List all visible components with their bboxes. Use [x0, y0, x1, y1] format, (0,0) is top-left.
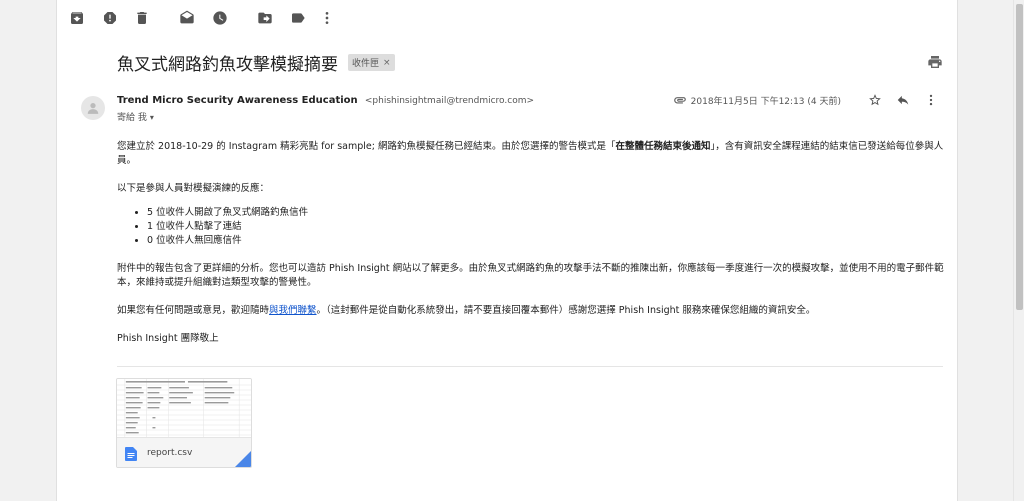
list-item: 0 位收件人無回應信件: [147, 234, 947, 248]
signoff: Phish Insight 團隊敬上: [117, 333, 219, 344]
sender-name[interactable]: Trend Micro Security Awareness Education: [117, 95, 358, 106]
print-icon[interactable]: [927, 54, 943, 70]
google-sheets-icon: [125, 446, 137, 461]
vertical-scrollbar[interactable]: [1013, 0, 1024, 501]
more-icon[interactable]: [319, 10, 335, 26]
remove-label-icon[interactable]: ×: [383, 58, 391, 68]
reply-icon[interactable]: [895, 92, 911, 108]
file-corner-fold: [235, 451, 251, 467]
list-item: 1 位收件人點擊了連結: [147, 220, 947, 234]
sender-line: Trend Micro Security Awareness Education…: [117, 95, 534, 106]
toolbar: [57, 0, 957, 36]
mark-unread-icon[interactable]: [179, 10, 195, 26]
snooze-icon[interactable]: [212, 10, 228, 26]
contact-us-link[interactable]: 與我們聯繫: [269, 305, 317, 316]
attachment-indicator-icon: [673, 93, 687, 107]
label-text: 收件匣: [352, 59, 380, 69]
inbox-label-chip[interactable]: 收件匣 ×: [348, 54, 395, 71]
attachment-filename: report.csv: [147, 447, 193, 458]
email-subject: 魚叉式網路釣魚攻擊模擬摘要: [117, 55, 338, 75]
move-to-icon[interactable]: [257, 10, 273, 26]
email-body: 您建立於 2018-10-29 的 Instagram 精彩亮點 for sam…: [117, 140, 947, 360]
message-meta: 2018年11月5日 下午12:13 (4 天前): [673, 92, 939, 108]
person-icon: [87, 103, 99, 114]
show-details-chevron-icon[interactable]: ▾: [150, 113, 154, 122]
star-icon[interactable]: [867, 92, 883, 108]
archive-icon[interactable]: [69, 10, 85, 26]
report-spam-icon[interactable]: [102, 10, 118, 26]
labels-icon[interactable]: [290, 10, 306, 26]
attachment-footer: report.csv: [117, 437, 251, 467]
list-item: 5 位收件人開啟了魚叉式網路釣魚信件: [147, 206, 947, 220]
delete-icon[interactable]: [134, 10, 150, 26]
more-options-icon[interactable]: [923, 92, 939, 108]
attachment-preview: [117, 379, 251, 439]
reaction-list: 5 位收件人開啟了魚叉式網路釣魚信件 1 位收件人點擊了連結 0 位收件人無回應…: [147, 206, 947, 248]
email-panel: 魚叉式網路釣魚攻擊模擬摘要 收件匣 × Trend Micro Security…: [56, 0, 958, 501]
body-paragraph-2: 以下是參與人員對模擬演練的反應：: [117, 183, 270, 194]
sender-avatar: [81, 96, 105, 120]
scrollbar-thumb[interactable]: [1016, 4, 1023, 310]
body-paragraph-1: 您建立於 2018-10-29 的 Instagram 精彩亮點 for sam…: [117, 141, 944, 166]
subject-row: 魚叉式網路釣魚攻擊模擬摘要 收件匣 ×: [117, 50, 395, 75]
body-paragraph-3: 附件中的報告包含了更詳細的分析。您也可以造訪 Phish Insight 網站以…: [117, 263, 944, 288]
warning-mode-bold: 在整體任務結束後通知: [615, 141, 711, 152]
sender-email: <phishinsightmail@trendmicro.com>: [364, 96, 535, 106]
attachment-card[interactable]: report.csv: [116, 378, 252, 468]
message-date: 2018年11月5日 下午12:13 (4 天前): [690, 96, 841, 107]
body-paragraph-4: 如果您有任何問題或意見，歡迎隨時與我們聯繫。（這封郵件是從自動化系統發出，請不要…: [117, 305, 816, 316]
recipient-line: 寄給 我 ▾: [117, 110, 154, 123]
attachment-divider: [117, 366, 943, 367]
recipient-text: 寄給 我: [117, 113, 147, 123]
